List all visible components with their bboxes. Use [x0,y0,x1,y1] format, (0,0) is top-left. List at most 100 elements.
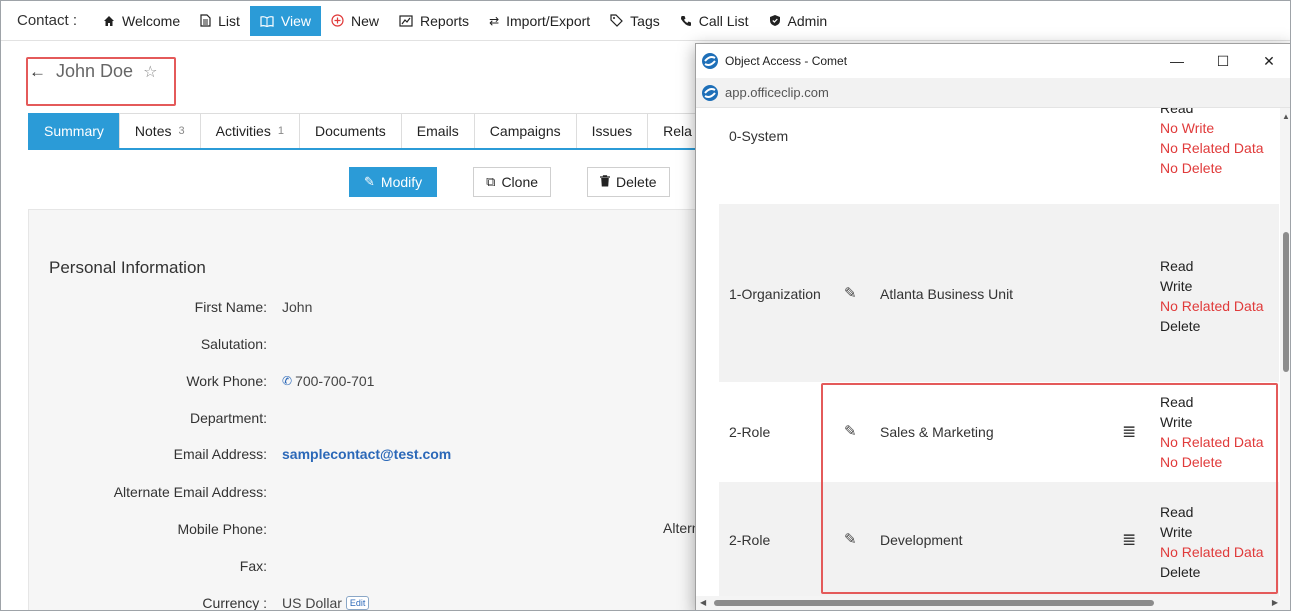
currency-edit-button[interactable]: Edit [345,596,370,610]
modify-label: Modify [380,174,423,190]
field-label: Salutation: [200,336,267,352]
contact-tabs: Summary Notes 3 Activities 1 Documents Ema… [28,113,708,150]
tab-campaigns[interactable]: Campaigns [473,113,577,148]
tab-label: Emails [416,123,459,139]
nav-new[interactable]: New [321,6,389,36]
nav-reports[interactable]: Reports [389,6,479,36]
permission: Read [1160,108,1194,116]
tab-label: Campaigns [489,123,561,139]
permission: No Delete [1160,160,1223,176]
field-salutation: Salutation: [29,334,629,354]
nav-welcome[interactable]: Welcome [93,6,190,36]
nav-import-export[interactable]: ⇄ Import/Export [479,6,600,36]
table-row: 1-Organization ✎ Atlanta Business Unit R… [719,204,1279,382]
nav-call-list[interactable]: Call List [670,6,759,36]
close-button[interactable]: ✕ [1246,44,1290,78]
tab-label: Summary [44,123,104,139]
scrollbar-thumb[interactable] [714,600,1154,606]
field-email: Email Address: samplecontact@test.com [29,444,629,464]
field-currency: Currency : US Dollar Edit [29,593,629,611]
permission: Delete [1160,318,1201,334]
delete-label: Delete [616,174,657,190]
popup-title: Object Access - Comet [725,54,848,68]
field-label: Mobile Phone: [177,521,267,537]
field-value: US Dollar [282,595,342,611]
chart-icon [399,14,413,27]
plus-circle-icon [331,14,344,27]
permission: No Write [1160,120,1215,136]
modify-button[interactable]: ✎ Modify [349,167,438,197]
field-alternate-email: Alternate Email Address: [29,482,629,502]
minimize-button[interactable]: — [1154,44,1200,78]
nav-view-label: View [280,12,312,29]
table-row: 0-System Read No Write No Related Data N… [719,108,1279,204]
horizontal-scrollbar[interactable]: ◀ ▶ [696,596,1290,610]
popup-address-bar: app.officeclip.com [696,78,1290,108]
field-label: First Name: [194,299,267,315]
tab-count: 3 [178,125,185,137]
pencil-icon: ✎ [364,174,375,189]
row-type: 2-Role [729,424,771,440]
field-first-name: First Name: John [29,297,629,317]
field-label: Department: [189,410,267,426]
field-department: Department: [29,408,629,428]
delete-button[interactable]: Delete [587,167,670,197]
clone-label: Clone [501,174,539,190]
nav-view[interactable]: View [249,5,322,36]
scrollbar-thumb[interactable] [1283,232,1289,372]
field-label: Alternate Email Address: [113,484,267,500]
nav-reports-label: Reports [420,12,470,29]
tab-summary[interactable]: Summary [28,113,120,148]
tab-documents[interactable]: Documents [298,113,402,148]
tab-emails[interactable]: Emails [400,113,475,148]
maximize-button[interactable]: ☐ [1200,44,1246,78]
window-controls: — ☐ ✕ [1154,44,1290,78]
work-phone-value[interactable]: 700-700-701 [295,373,374,389]
permission: Write [1160,278,1193,294]
field-work-phone: Work Phone: ✆ 700-700-701 [29,371,629,391]
copy-icon: ⧉ [486,174,496,189]
popup-url: app.officeclip.com [725,85,829,100]
action-bar: ✎ Modify ⧉ Clone Delete [349,167,670,197]
row-type: 0-System [729,128,789,144]
edit-pencil-icon[interactable]: ✎ [844,284,857,302]
phone-icon [680,15,692,27]
popup-titlebar: Object Access - Comet — ☐ ✕ [696,44,1290,78]
app-window: Contact : Welcome List View New Reports … [0,0,1291,611]
tab-label: Activities [215,123,271,139]
field-value: John [282,299,313,315]
nav-tags[interactable]: Tags [600,6,670,36]
scroll-right-arrow-icon[interactable]: ▶ [1272,598,1278,607]
document-icon [200,14,211,27]
scroll-up-arrow-icon[interactable]: ▲ [1282,112,1290,121]
field-fax: Fax: [29,556,629,576]
tag-icon [610,14,624,27]
section-title: Personal Information [49,258,206,277]
book-icon [260,15,274,27]
nav-welcome-label: Welcome [122,12,181,29]
swap-icon: ⇄ [489,13,500,28]
shield-icon [769,14,781,27]
row-type: 2-Role [729,532,771,548]
tab-notes[interactable]: Notes 3 [118,113,201,148]
row-permissions: Read No Write No Related Data No Delete [1160,108,1264,178]
nav-list[interactable]: List [190,6,250,36]
scroll-left-arrow-icon[interactable]: ◀ [700,598,706,607]
nav-import-export-label: Import/Export [506,12,591,29]
site-icon [701,84,719,102]
nav-tags-label: Tags [630,12,660,29]
field-label: Work Phone: [186,373,267,389]
field-label: Email Address: [173,446,267,462]
clone-button[interactable]: ⧉ Clone [473,167,552,197]
top-navigation: Contact : Welcome List View New Reports … [1,1,1290,41]
nav-admin-label: Admin [787,12,828,29]
tab-issues[interactable]: Issues [575,113,649,148]
tab-label: Rela [663,123,692,139]
personal-information-panel: Personal Information First Name: John Sa… [28,209,728,611]
vertical-scrollbar[interactable]: ▲ [1280,108,1290,596]
permission: Read [1160,258,1194,274]
tab-activities[interactable]: Activities 1 [199,113,300,148]
email-link[interactable]: samplecontact@test.com [282,446,451,462]
nav-admin[interactable]: Admin [759,6,838,36]
row-permissions: Read Write No Related Data Delete [1160,256,1264,336]
